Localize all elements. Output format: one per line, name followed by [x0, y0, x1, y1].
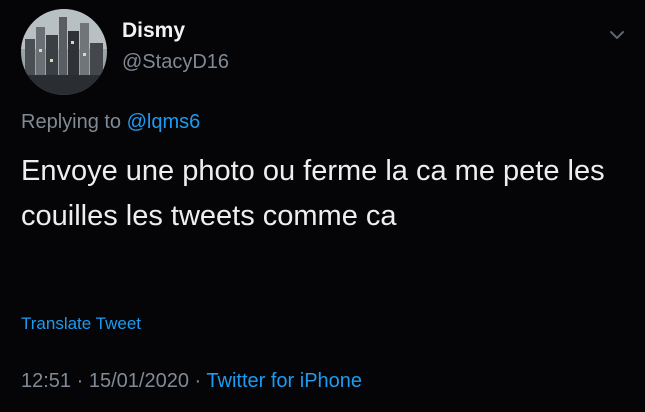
user-handle[interactable]: @StacyD16 — [122, 51, 229, 74]
display-name[interactable]: Dismy — [122, 19, 185, 43]
tweet-time[interactable]: 12:51 — [21, 370, 71, 392]
tweet-text: Envoye une photo ou ferme la ca me pete … — [21, 155, 605, 232]
tweet-card: Dismy @StacyD16 Replying to @lqms6 Envoy… — [0, 0, 645, 412]
replying-to-label: Replying to — [21, 111, 122, 133]
meta-separator: · — [76, 370, 84, 392]
replying-to: Replying to @lqms6 — [21, 111, 200, 134]
tweet-meta: 12:51 · 15/01/2020 · Twitter for iPhone — [21, 370, 362, 393]
chevron-down-icon[interactable] — [606, 24, 628, 46]
tweet-date[interactable]: 15/01/2020 — [89, 370, 189, 392]
city-skyline-avatar-icon — [21, 9, 107, 95]
tweet-source-link[interactable]: Twitter for iPhone — [206, 370, 362, 392]
meta-separator: · — [194, 370, 202, 392]
translate-tweet-link[interactable]: Translate Tweet — [21, 314, 141, 334]
user-avatar[interactable] — [21, 9, 107, 95]
reply-mention-link[interactable]: @lqms6 — [127, 111, 201, 133]
